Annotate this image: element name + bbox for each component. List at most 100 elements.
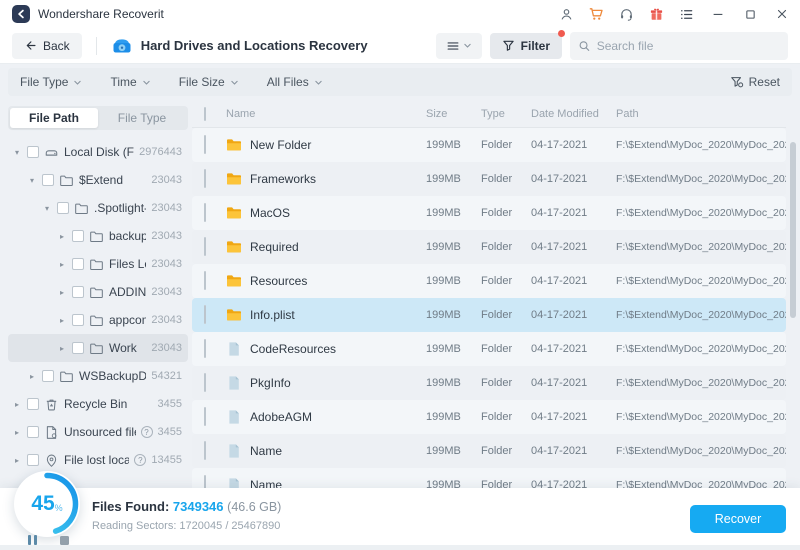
row-checkbox[interactable] [204, 339, 206, 358]
table-row[interactable]: MacOS 199MB Folder 04-17-2021 F:\$Extend\MyD… [192, 196, 786, 230]
column-name[interactable]: Name [226, 108, 426, 120]
checkbox[interactable] [72, 342, 84, 354]
filter-dropdown-all-files[interactable]: All Files [267, 75, 323, 89]
app-logo [12, 5, 30, 23]
cell-size: 199MB [426, 343, 461, 355]
row-checkbox[interactable] [204, 305, 206, 324]
cell-name: Frameworks [250, 172, 317, 186]
column-size[interactable]: Size [426, 108, 481, 120]
chevron-right-icon[interactable]: ▸ [27, 372, 37, 381]
table-row[interactable]: Frameworks 199MB Folder 04-17-2021 F:\$Exten… [192, 162, 786, 196]
chevron-right-icon[interactable]: ▸ [12, 428, 22, 437]
chevron-down-icon[interactable]: ▾ [12, 148, 22, 157]
table-row[interactable]: Resources 199MB Folder 04-17-2021 F:\$Extend… [192, 264, 786, 298]
row-checkbox[interactable] [204, 203, 206, 222]
chevron-right-icon[interactable]: ▸ [12, 456, 22, 465]
back-button[interactable]: Back [12, 32, 82, 59]
column-date-modified[interactable]: Date Modified [531, 108, 616, 120]
column-type[interactable]: Type [481, 108, 531, 120]
table-scrollbar[interactable] [790, 142, 796, 318]
cart-icon[interactable] [588, 6, 604, 22]
tree-item[interactable]: ▸ Unsourced files? 3455 [8, 418, 188, 446]
checkbox[interactable] [27, 454, 39, 466]
tree-item[interactable]: ▸ appcompat 23043 [8, 306, 188, 334]
chevron-right-icon[interactable]: ▸ [57, 316, 67, 325]
row-checkbox[interactable] [204, 237, 206, 256]
reset-button[interactable]: Reset [730, 75, 780, 89]
account-icon[interactable] [558, 6, 574, 22]
tree-item[interactable]: ▸ ADDINS 23043 [8, 278, 188, 306]
table-row[interactable]: Required 199MB Folder 04-17-2021 F:\$Extend\… [192, 230, 786, 264]
maximize-icon[interactable] [742, 6, 758, 22]
chevron-right-icon[interactable]: ▸ [57, 260, 67, 269]
checkbox[interactable] [72, 286, 84, 298]
tree-item[interactable]: ▸ backupdata 23043 [8, 222, 188, 250]
checkbox[interactable] [27, 146, 39, 158]
row-checkbox[interactable] [204, 441, 206, 460]
tree-item[interactable]: ▸ Work 23043 [8, 334, 188, 362]
search-input[interactable] [596, 38, 780, 53]
tree-item[interactable]: ▸ Files Lost Origri... 23043 [8, 250, 188, 278]
row-checkbox[interactable] [204, 271, 206, 290]
gift-icon[interactable] [648, 6, 664, 22]
recover-button[interactable]: Recover [690, 505, 786, 533]
tab-file-path[interactable]: File Path [10, 108, 98, 128]
filter-dropdown-file-size[interactable]: File Size [179, 75, 239, 89]
close-icon[interactable] [774, 6, 790, 22]
footer-bar: 45% Files Found: 7349346 (46.6 GB) Readi… [0, 471, 800, 550]
table-row[interactable]: AdobeAGM 199MB Folder 04-17-2021 F:\$Extend\… [192, 400, 786, 434]
table-row[interactable]: Name 199MB Folder 04-17-2021 F:\$Extend\MyDo… [192, 434, 786, 468]
checkbox[interactable] [27, 398, 39, 410]
row-checkbox[interactable] [204, 373, 206, 392]
table-row[interactable]: New Folder 199MB Folder 04-17-2021 F:\$Exten… [192, 128, 786, 162]
row-checkbox[interactable] [204, 169, 206, 188]
filter-button[interactable]: Filter [489, 29, 565, 59]
chevron-right-icon[interactable]: ▸ [57, 288, 67, 297]
checkbox[interactable] [42, 370, 54, 382]
row-checkbox[interactable] [204, 135, 206, 154]
filter-dropdown-time[interactable]: Time [110, 75, 150, 89]
help-icon[interactable]: ? [134, 454, 147, 466]
chevron-right-icon[interactable]: ▸ [57, 232, 67, 241]
files-found-count: 7349346 [172, 499, 224, 514]
checkbox[interactable] [72, 314, 84, 326]
checkbox[interactable] [42, 174, 54, 186]
row-checkbox[interactable] [204, 407, 206, 426]
column-path[interactable]: Path [616, 108, 786, 120]
cell-path: F:\$Extend\MyDoc_2020\MyDoc_2020\M... [616, 173, 786, 185]
files-found-size: (46.6 GB) [227, 500, 282, 514]
checkbox[interactable] [72, 258, 84, 270]
checkbox[interactable] [57, 202, 69, 214]
table-row[interactable]: Info.plist 199MB Folder 04-17-2021 F:\$Exten… [192, 298, 786, 332]
cell-date-modified: 04-17-2021 [531, 275, 588, 287]
stop-button[interactable] [60, 536, 69, 545]
search-box[interactable] [570, 31, 788, 60]
select-all-checkbox[interactable] [204, 106, 206, 121]
folder-icon [89, 257, 104, 272]
tree-item[interactable]: ▸ WSBackupData 54321 [8, 362, 188, 390]
minimize-icon[interactable] [710, 6, 726, 22]
filter-dropdown-file-type[interactable]: File Type [20, 75, 82, 89]
chevron-down-icon[interactable]: ▾ [42, 204, 52, 213]
tree-item[interactable]: ▸ File lost location? 13455 [8, 446, 188, 474]
support-icon[interactable] [618, 6, 634, 22]
tab-file-type[interactable]: File Type [98, 108, 186, 128]
table-row[interactable]: PkgInfo 199MB Folder 04-17-2021 F:\$Extend\M… [192, 366, 786, 400]
pause-button[interactable] [28, 535, 37, 545]
checkbox[interactable] [72, 230, 84, 242]
menu-icon[interactable] [678, 6, 694, 22]
chevron-right-icon[interactable]: ▸ [12, 400, 22, 409]
chevron-right-icon[interactable]: ▸ [57, 344, 67, 353]
tree-item[interactable]: ▾ .Spotlight-V10000... 23043 [8, 194, 188, 222]
chevron-down-icon[interactable]: ▾ [27, 176, 37, 185]
file-icon [226, 443, 250, 459]
chevron-down-icon [143, 80, 150, 85]
folder-icon [226, 307, 250, 323]
tree-item[interactable]: ▸ Recycle Bin 3455 [8, 390, 188, 418]
help-icon[interactable]: ? [140, 426, 153, 438]
tree-item[interactable]: ▾ $Extend 23043 [8, 166, 188, 194]
checkbox[interactable] [27, 426, 39, 438]
table-row[interactable]: CodeResources 199MB Folder 04-17-2021 F:\$Ex… [192, 332, 786, 366]
tree-item[interactable]: ▾ Local Disk (F:) 2976443 [8, 138, 188, 166]
view-mode-button[interactable] [435, 32, 482, 59]
